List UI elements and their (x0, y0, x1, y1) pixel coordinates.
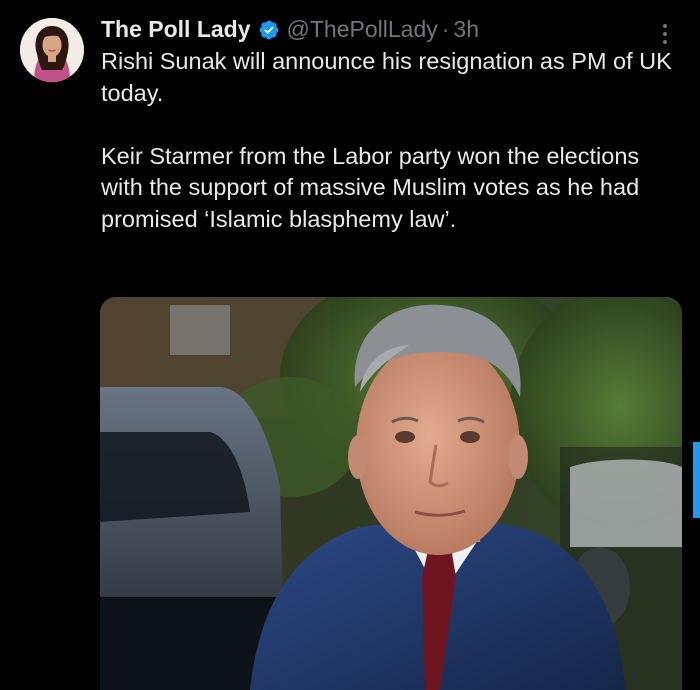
timestamp[interactable]: 3h (453, 14, 479, 44)
tweet-paragraph: Rishi Sunak will announce his resignatio… (101, 48, 672, 106)
verified-badge-icon (258, 18, 280, 40)
tweet-text: Rishi Sunak will announce his resignatio… (101, 46, 676, 235)
separator-dot: · (441, 16, 450, 42)
tweet-header: The Poll Lady @ThePollLady · 3h (101, 14, 479, 44)
photo-image (100, 297, 682, 690)
avatar-image (20, 18, 84, 82)
scroll-indicator (693, 442, 700, 518)
avatar[interactable] (20, 18, 84, 82)
more-options-icon[interactable] (658, 22, 672, 46)
tweet-paragraph: Keir Starmer from the Labor party won th… (101, 142, 640, 232)
author-display-name[interactable]: The Poll Lady (101, 14, 251, 44)
tweet-photo[interactable] (100, 297, 682, 690)
tweet[interactable]: The Poll Lady @ThePollLady · 3h Rishi Su… (0, 0, 700, 690)
author-handle[interactable]: @ThePollLady (287, 14, 438, 44)
